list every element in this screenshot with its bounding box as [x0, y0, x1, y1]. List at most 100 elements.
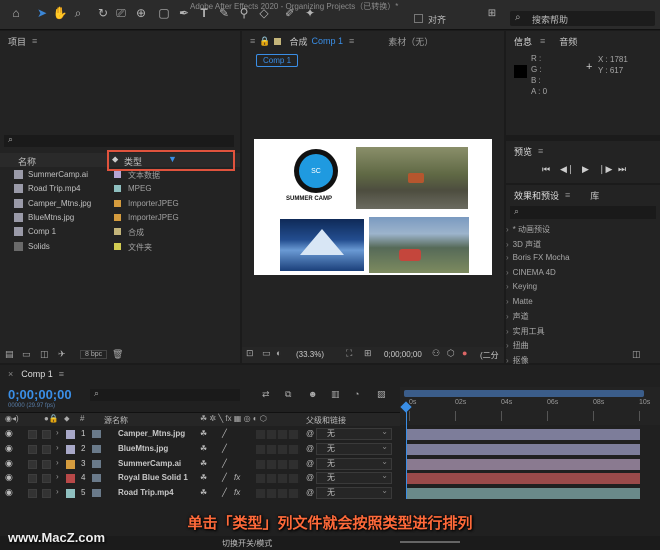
- monitor-icon[interactable]: ▭: [262, 348, 271, 359]
- parent-select[interactable]: 无: [316, 486, 392, 500]
- layer-label-swatch[interactable]: [66, 430, 75, 439]
- next-frame-icon[interactable]: ❘▶: [598, 164, 612, 175]
- layer-name[interactable]: Royal Blue Solid 1: [118, 473, 188, 482]
- quality-switch-icon[interactable]: ╱: [222, 488, 227, 497]
- preview-menu-icon[interactable]: ≡: [538, 146, 543, 156]
- play-icon[interactable]: ▶: [582, 164, 589, 175]
- effect-category[interactable]: 抠像: [506, 355, 529, 366]
- list-item[interactable]: Camper_Mtns.jpg ImporterJPEG: [0, 197, 240, 211]
- layer-duration-bar[interactable]: [407, 488, 640, 500]
- expand-arrow-icon[interactable]: ›: [56, 487, 59, 496]
- list-item[interactable]: Solids 文件夹: [0, 240, 240, 254]
- tab-audio[interactable]: 音频: [559, 35, 577, 48]
- camera-tool-icon[interactable]: ⎚: [113, 5, 129, 21]
- effect-category[interactable]: Keying: [506, 282, 537, 291]
- effect-category[interactable]: 扭曲: [506, 340, 529, 351]
- roto-brush-icon[interactable]: ✐: [282, 5, 298, 21]
- pickwhip-icon[interactable]: @: [306, 473, 314, 482]
- switch-cells[interactable]: [256, 444, 300, 454]
- effects-menu-icon[interactable]: ≡: [565, 190, 570, 200]
- snapshot-icon[interactable]: ⚇: [432, 348, 440, 359]
- shy-switch-icon[interactable]: ☘: [200, 444, 207, 453]
- shy-switch-icon[interactable]: ☘: [200, 459, 207, 468]
- comp-flowchart-icon[interactable]: ⇄: [262, 389, 270, 400]
- layer-name[interactable]: Camper_Mtns.jpg: [118, 429, 185, 438]
- item-label-swatch[interactable]: [114, 213, 121, 221]
- show-snapshot-icon[interactable]: ⬡: [447, 348, 455, 359]
- first-frame-icon[interactable]: ⏮: [542, 164, 550, 175]
- table-row[interactable]: ◉ › 5 Road Trip.mp4 ☘ ╱ fx @ 无: [0, 486, 400, 500]
- effect-category[interactable]: Matte: [506, 297, 533, 306]
- expand-arrow-icon[interactable]: ›: [56, 472, 59, 481]
- pen-tool-icon[interactable]: ✒: [176, 5, 192, 21]
- timeline-search-field[interactable]: ⌕: [90, 388, 240, 401]
- effects-search-field[interactable]: ⌕: [510, 206, 656, 219]
- parent-select[interactable]: 无: [316, 471, 392, 485]
- hand-tool-icon[interactable]: ✋: [52, 5, 68, 21]
- comp-tab[interactable]: Comp 1: [256, 54, 299, 67]
- channel-icon[interactable]: ●: [462, 348, 467, 358]
- table-row[interactable]: ◉ › 1 Camper_Mtns.jpg ☘ ╱ @ 无: [0, 427, 400, 441]
- zoom-tool-icon[interactable]: ⌕: [70, 5, 86, 21]
- lock-checkbox[interactable]: [42, 430, 51, 439]
- layer-duration-bar[interactable]: [407, 429, 640, 440]
- panel-menu-icon[interactable]: ≡: [32, 36, 37, 46]
- new-folder-icon[interactable]: ▭: [22, 349, 31, 360]
- solo-checkbox[interactable]: [28, 430, 37, 439]
- frame-blend-icon[interactable]: ▥: [331, 389, 340, 400]
- last-frame-icon[interactable]: ⏭: [618, 164, 626, 175]
- solo-checkbox[interactable]: [28, 489, 37, 499]
- pan-behind-icon[interactable]: ⊕: [133, 5, 149, 21]
- comp-name[interactable]: Comp 1: [312, 36, 344, 46]
- switch-mode-button[interactable]: 切换开关/模式: [222, 538, 272, 549]
- clone-stamp-icon[interactable]: ⚲: [236, 5, 252, 21]
- parent-select[interactable]: 无: [316, 442, 392, 455]
- effect-category[interactable]: Boris FX Mocha: [506, 253, 570, 262]
- comp-menu-icon[interactable]: ≡: [250, 36, 255, 46]
- layer-duration-bar[interactable]: [407, 458, 640, 470]
- motion-blur-icon[interactable]: ◔: [354, 389, 359, 399]
- lock-checkbox[interactable]: [42, 474, 51, 484]
- quality-switch-icon[interactable]: ╱: [222, 429, 227, 438]
- eye-icon[interactable]: ◉: [5, 487, 13, 498]
- layer-label-swatch[interactable]: [66, 474, 75, 484]
- eraser-tool-icon[interactable]: ◇: [256, 5, 272, 21]
- shy-switch-icon[interactable]: ☘: [200, 429, 207, 438]
- effect-category[interactable]: 声道: [506, 311, 529, 322]
- expand-arrow-icon[interactable]: ›: [56, 458, 59, 467]
- solo-checkbox[interactable]: [28, 444, 37, 454]
- rectangle-tool-icon[interactable]: ▢: [156, 5, 172, 21]
- time-ruler[interactable]: 0s 02s 04s 06s 08s 10s: [400, 387, 660, 425]
- parent-select[interactable]: 无: [316, 427, 392, 440]
- lock-checkbox[interactable]: [42, 459, 51, 469]
- switch-cells[interactable]: [256, 474, 300, 484]
- switch-cells[interactable]: [256, 430, 300, 439]
- list-item[interactable]: Road Trip.mp4 MPEG: [0, 182, 240, 196]
- expand-arrow-icon[interactable]: ›: [56, 428, 59, 437]
- effect-category[interactable]: 实用工具: [506, 326, 545, 337]
- tab-library[interactable]: 库: [590, 189, 599, 202]
- eye-icon[interactable]: ◉: [5, 443, 13, 454]
- draft-3d-icon[interactable]: ⧉: [285, 389, 291, 400]
- effect-category[interactable]: 3D 声道: [506, 239, 541, 250]
- help-search-field[interactable]: ⌕ 搜索帮助: [510, 11, 655, 26]
- layer-duration-bar[interactable]: [407, 443, 640, 455]
- quality-switch-icon[interactable]: ╱: [222, 444, 227, 453]
- pickwhip-icon[interactable]: @: [306, 459, 314, 468]
- selection-tool-icon[interactable]: ➤: [34, 5, 50, 21]
- effect-category[interactable]: * 动画预设: [506, 224, 550, 235]
- effect-category[interactable]: CINEMA 4D: [506, 268, 556, 277]
- flowchart-icon[interactable]: ✈: [58, 349, 66, 360]
- snap-options-icon[interactable]: ⊞: [484, 5, 500, 21]
- expand-arrow-icon[interactable]: ›: [56, 443, 59, 452]
- layer-duration-bar[interactable]: [407, 473, 640, 485]
- quality-switch-icon[interactable]: ╱: [222, 473, 227, 482]
- layer-name[interactable]: SummerCamp.ai: [118, 459, 181, 468]
- layer-name[interactable]: BlueMtns.jpg: [118, 444, 168, 453]
- layer-name[interactable]: Road Trip.mp4: [118, 488, 174, 497]
- puppet-pin-icon[interactable]: ✦: [302, 5, 318, 21]
- table-row[interactable]: ◉ › 3 SummerCamp.ai ☘ ╱ @ 无: [0, 457, 400, 471]
- close-icon[interactable]: ×: [8, 369, 13, 379]
- pickwhip-icon[interactable]: @: [306, 429, 314, 438]
- zoom-slider[interactable]: [400, 541, 460, 543]
